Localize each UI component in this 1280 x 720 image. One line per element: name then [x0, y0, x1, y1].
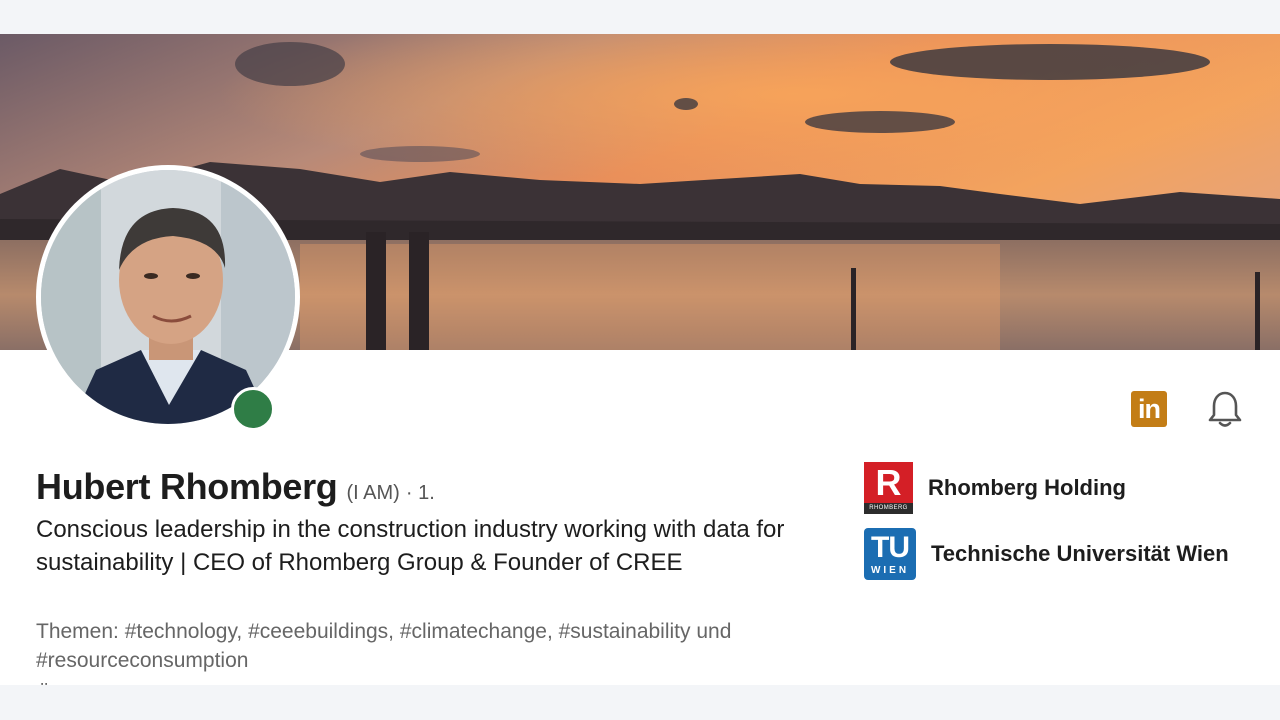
bell-icon[interactable] — [1206, 389, 1244, 429]
profile-headline: Conscious leadership in the construction… — [36, 516, 785, 576]
profile-name: Hubert Rhomberg — [36, 466, 338, 507]
online-status-indicator — [231, 387, 275, 431]
profile-topics: Themen: #technology, #ceeebuildings, #cl… — [36, 620, 732, 672]
rhomberg-logo-letter: R — [875, 462, 902, 503]
company-tu-wien[interactable]: TU WIEN Technische Universität Wien — [864, 528, 1229, 580]
bottom-strip — [0, 685, 1280, 720]
rhomberg-logo-icon: R RHOMBERG — [864, 462, 913, 514]
connection-degree: · 1. — [405, 482, 435, 504]
company-name: Technische Universität Wien — [931, 541, 1229, 566]
company-name: Rhomberg Holding — [928, 475, 1126, 500]
profile-name-row: Hubert Rhomberg (I AM) · 1. — [36, 466, 435, 508]
top-strip — [0, 0, 1280, 34]
company-rhomberg-holding[interactable]: R RHOMBERG Rhomberg Holding — [864, 462, 1126, 514]
profile-card: in Hubert Rhomberg (I AM) · 1. Conscious… — [0, 34, 1280, 685]
tu-wien-logo-icon: TU WIEN — [864, 528, 916, 580]
tu-wien-logo-bottom: WIEN — [870, 564, 910, 576]
linkedin-icon[interactable]: in — [1131, 391, 1167, 427]
linkedin-icon-label: in — [1138, 393, 1161, 424]
profile-photo — [41, 170, 295, 424]
profile-pronouns: (I AM) — [346, 482, 400, 504]
tu-wien-logo-top: TU — [871, 530, 910, 564]
rhomberg-logo-word: RHOMBERG — [864, 503, 913, 514]
